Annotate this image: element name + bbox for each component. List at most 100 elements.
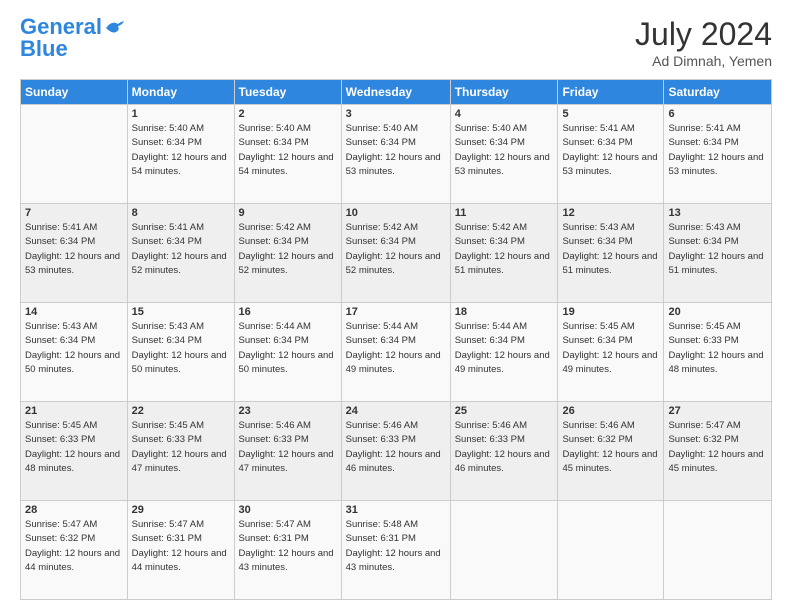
sunrise-text: Sunrise: 5:40 AM <box>346 123 418 134</box>
sunrise-text: Sunrise: 5:41 AM <box>668 123 740 134</box>
daylight-text: Daylight: 12 hours and 45 minutes. <box>562 449 657 474</box>
day-number: 26 <box>562 405 659 417</box>
sunset-text: Sunset: 6:34 PM <box>132 137 202 148</box>
sunset-text: Sunset: 6:33 PM <box>239 434 309 445</box>
sunset-text: Sunset: 6:34 PM <box>25 236 95 247</box>
sunrise-text: Sunrise: 5:44 AM <box>455 321 527 332</box>
cell-info: Sunrise: 5:45 AM Sunset: 6:33 PM Dayligh… <box>668 320 767 377</box>
daylight-text: Daylight: 12 hours and 50 minutes. <box>25 350 120 375</box>
cell-info: Sunrise: 5:44 AM Sunset: 6:34 PM Dayligh… <box>346 320 446 377</box>
sunset-text: Sunset: 6:33 PM <box>346 434 416 445</box>
sunrise-text: Sunrise: 5:41 AM <box>25 222 97 233</box>
calendar-cell: 17 Sunrise: 5:44 AM Sunset: 6:34 PM Dayl… <box>341 303 450 402</box>
calendar-cell: 13 Sunrise: 5:43 AM Sunset: 6:34 PM Dayl… <box>664 204 772 303</box>
day-number: 6 <box>668 108 767 120</box>
month-year: July 2024 <box>635 16 772 53</box>
day-number: 25 <box>455 405 554 417</box>
weekday-header-saturday: Saturday <box>664 80 772 105</box>
week-row-4: 21 Sunrise: 5:45 AM Sunset: 6:33 PM Dayl… <box>21 402 772 501</box>
sunset-text: Sunset: 6:33 PM <box>668 335 738 346</box>
cell-info: Sunrise: 5:47 AM Sunset: 6:32 PM Dayligh… <box>668 419 767 476</box>
day-number: 8 <box>132 207 230 219</box>
title-block: July 2024 Ad Dimnah, Yemen <box>635 16 772 69</box>
sunset-text: Sunset: 6:34 PM <box>346 236 416 247</box>
sunset-text: Sunset: 6:34 PM <box>346 137 416 148</box>
calendar-cell: 4 Sunrise: 5:40 AM Sunset: 6:34 PM Dayli… <box>450 105 558 204</box>
weekday-header-row: SundayMondayTuesdayWednesdayThursdayFrid… <box>21 80 772 105</box>
daylight-text: Daylight: 12 hours and 43 minutes. <box>239 548 334 573</box>
day-number: 2 <box>239 108 337 120</box>
calendar-cell: 2 Sunrise: 5:40 AM Sunset: 6:34 PM Dayli… <box>234 105 341 204</box>
cell-info: Sunrise: 5:43 AM Sunset: 6:34 PM Dayligh… <box>25 320 123 377</box>
cell-info: Sunrise: 5:43 AM Sunset: 6:34 PM Dayligh… <box>562 221 659 278</box>
weekday-header-friday: Friday <box>558 80 664 105</box>
day-number: 29 <box>132 504 230 516</box>
calendar-cell: 12 Sunrise: 5:43 AM Sunset: 6:34 PM Dayl… <box>558 204 664 303</box>
cell-info: Sunrise: 5:42 AM Sunset: 6:34 PM Dayligh… <box>455 221 554 278</box>
calendar-cell: 23 Sunrise: 5:46 AM Sunset: 6:33 PM Dayl… <box>234 402 341 501</box>
cell-info: Sunrise: 5:41 AM Sunset: 6:34 PM Dayligh… <box>562 122 659 179</box>
weekday-header-monday: Monday <box>127 80 234 105</box>
sunrise-text: Sunrise: 5:47 AM <box>239 519 311 530</box>
calendar-cell: 21 Sunrise: 5:45 AM Sunset: 6:33 PM Dayl… <box>21 402 128 501</box>
sunset-text: Sunset: 6:34 PM <box>668 137 738 148</box>
logo-bird-icon <box>104 20 126 38</box>
calendar-cell: 19 Sunrise: 5:45 AM Sunset: 6:34 PM Dayl… <box>558 303 664 402</box>
daylight-text: Daylight: 12 hours and 46 minutes. <box>346 449 441 474</box>
daylight-text: Daylight: 12 hours and 48 minutes. <box>668 350 763 375</box>
sunset-text: Sunset: 6:34 PM <box>455 335 525 346</box>
sunset-text: Sunset: 6:34 PM <box>455 137 525 148</box>
sunrise-text: Sunrise: 5:46 AM <box>562 420 634 431</box>
cell-info: Sunrise: 5:45 AM Sunset: 6:33 PM Dayligh… <box>25 419 123 476</box>
cell-info: Sunrise: 5:43 AM Sunset: 6:34 PM Dayligh… <box>668 221 767 278</box>
calendar-table: SundayMondayTuesdayWednesdayThursdayFrid… <box>20 79 772 600</box>
daylight-text: Daylight: 12 hours and 45 minutes. <box>668 449 763 474</box>
cell-info: Sunrise: 5:42 AM Sunset: 6:34 PM Dayligh… <box>239 221 337 278</box>
day-number: 18 <box>455 306 554 318</box>
calendar-cell: 9 Sunrise: 5:42 AM Sunset: 6:34 PM Dayli… <box>234 204 341 303</box>
sunrise-text: Sunrise: 5:45 AM <box>132 420 204 431</box>
cell-info: Sunrise: 5:40 AM Sunset: 6:34 PM Dayligh… <box>132 122 230 179</box>
sunset-text: Sunset: 6:34 PM <box>562 137 632 148</box>
calendar-cell <box>450 501 558 600</box>
calendar-cell <box>664 501 772 600</box>
daylight-text: Daylight: 12 hours and 51 minutes. <box>562 251 657 276</box>
cell-info: Sunrise: 5:44 AM Sunset: 6:34 PM Dayligh… <box>455 320 554 377</box>
sunrise-text: Sunrise: 5:41 AM <box>562 123 634 134</box>
sunrise-text: Sunrise: 5:43 AM <box>132 321 204 332</box>
cell-info: Sunrise: 5:48 AM Sunset: 6:31 PM Dayligh… <box>346 518 446 575</box>
sunrise-text: Sunrise: 5:47 AM <box>668 420 740 431</box>
sunset-text: Sunset: 6:33 PM <box>132 434 202 445</box>
day-number: 11 <box>455 207 554 219</box>
sunrise-text: Sunrise: 5:46 AM <box>455 420 527 431</box>
calendar-cell: 5 Sunrise: 5:41 AM Sunset: 6:34 PM Dayli… <box>558 105 664 204</box>
cell-info: Sunrise: 5:40 AM Sunset: 6:34 PM Dayligh… <box>239 122 337 179</box>
calendar-cell: 3 Sunrise: 5:40 AM Sunset: 6:34 PM Dayli… <box>341 105 450 204</box>
sunset-text: Sunset: 6:32 PM <box>668 434 738 445</box>
day-number: 1 <box>132 108 230 120</box>
sunrise-text: Sunrise: 5:44 AM <box>239 321 311 332</box>
sunset-text: Sunset: 6:34 PM <box>239 236 309 247</box>
day-number: 4 <box>455 108 554 120</box>
cell-info: Sunrise: 5:46 AM Sunset: 6:33 PM Dayligh… <box>346 419 446 476</box>
daylight-text: Daylight: 12 hours and 53 minutes. <box>25 251 120 276</box>
sunrise-text: Sunrise: 5:40 AM <box>455 123 527 134</box>
sunset-text: Sunset: 6:34 PM <box>562 236 632 247</box>
calendar-cell: 24 Sunrise: 5:46 AM Sunset: 6:33 PM Dayl… <box>341 402 450 501</box>
sunrise-text: Sunrise: 5:43 AM <box>25 321 97 332</box>
cell-info: Sunrise: 5:45 AM Sunset: 6:33 PM Dayligh… <box>132 419 230 476</box>
sunset-text: Sunset: 6:34 PM <box>562 335 632 346</box>
sunset-text: Sunset: 6:31 PM <box>132 533 202 544</box>
cell-info: Sunrise: 5:40 AM Sunset: 6:34 PM Dayligh… <box>455 122 554 179</box>
sunset-text: Sunset: 6:34 PM <box>346 335 416 346</box>
cell-info: Sunrise: 5:47 AM Sunset: 6:32 PM Dayligh… <box>25 518 123 575</box>
cell-info: Sunrise: 5:42 AM Sunset: 6:34 PM Dayligh… <box>346 221 446 278</box>
header: GeneralBlue July 2024 Ad Dimnah, Yemen <box>20 16 772 69</box>
sunrise-text: Sunrise: 5:42 AM <box>239 222 311 233</box>
day-number: 9 <box>239 207 337 219</box>
sunset-text: Sunset: 6:32 PM <box>25 533 95 544</box>
calendar-cell: 29 Sunrise: 5:47 AM Sunset: 6:31 PM Dayl… <box>127 501 234 600</box>
sunset-text: Sunset: 6:34 PM <box>239 137 309 148</box>
cell-info: Sunrise: 5:43 AM Sunset: 6:34 PM Dayligh… <box>132 320 230 377</box>
day-number: 23 <box>239 405 337 417</box>
